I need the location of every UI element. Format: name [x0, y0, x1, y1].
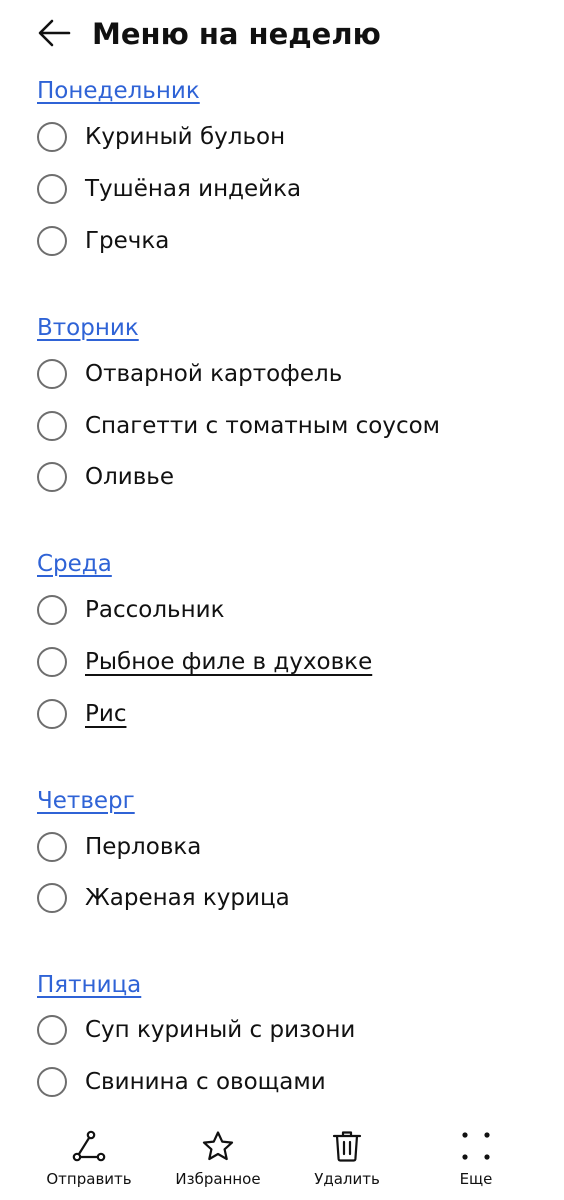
list-item[interactable]: Отварной картофель: [37, 354, 537, 394]
bottom-toolbar: Отправить Избранное Удалить Еще: [0, 1118, 564, 1200]
item-label: Перловка: [85, 834, 202, 860]
arrow-left-icon: [38, 19, 71, 47]
list-item[interactable]: Тушёная индейка: [37, 169, 537, 209]
radio-button[interactable]: [37, 1015, 67, 1045]
radio-button[interactable]: [37, 832, 67, 862]
item-label: Рис: [85, 701, 127, 727]
share-icon: [71, 1128, 107, 1164]
top-app-bar: Меню на неделю: [0, 0, 564, 70]
radio-button[interactable]: [37, 359, 67, 389]
radio-button[interactable]: [37, 699, 67, 729]
radio-button[interactable]: [37, 462, 67, 492]
back-button[interactable]: [34, 15, 74, 51]
page-title: Меню на неделю: [92, 17, 381, 51]
radio-button[interactable]: [37, 411, 67, 441]
item-label: Суп куриный с ризони: [85, 1017, 356, 1043]
favorite-button[interactable]: Избранное: [158, 1128, 278, 1194]
item-label: Куриный бульон: [85, 124, 286, 150]
list-item[interactable]: Оливье: [37, 457, 537, 497]
list-item[interactable]: Гречка: [37, 221, 537, 261]
more-label: Еще: [459, 1170, 493, 1188]
radio-button[interactable]: [37, 647, 67, 677]
day-heading-tuesday[interactable]: Вторник: [37, 313, 139, 343]
list-item[interactable]: Перловка: [37, 827, 537, 867]
radio-button[interactable]: [37, 226, 67, 256]
trash-icon: [329, 1128, 365, 1164]
list-item[interactable]: Рассольник: [37, 590, 537, 630]
item-label: Гречка: [85, 228, 170, 254]
send-button[interactable]: Отправить: [29, 1128, 149, 1194]
list-item[interactable]: Спагетти с томатным соусом: [37, 406, 537, 446]
item-label: Спагетти с томатным соусом: [85, 413, 441, 439]
favorite-label: Избранное: [175, 1170, 261, 1188]
radio-button[interactable]: [37, 595, 67, 625]
item-label: Тушёная индейка: [85, 176, 302, 202]
item-label: Рыбное филе в духовке: [85, 649, 373, 675]
list-item[interactable]: Рыбное филе в духовке: [37, 642, 537, 682]
send-label: Отправить: [46, 1170, 132, 1188]
item-label: Рассольник: [85, 597, 225, 623]
more-button[interactable]: Еще: [416, 1128, 536, 1194]
item-label: Свинина с овощами: [85, 1069, 326, 1095]
list-item[interactable]: Свинина с овощами: [37, 1062, 537, 1102]
list-item[interactable]: Жареная курица: [37, 878, 537, 918]
list-item[interactable]: Куриный бульон: [37, 117, 537, 157]
item-label: Жареная курица: [85, 885, 290, 911]
more-dots-icon: [458, 1128, 494, 1164]
delete-label: Удалить: [314, 1170, 380, 1188]
day-heading-friday[interactable]: Пятница: [37, 970, 141, 1000]
radio-button[interactable]: [37, 122, 67, 152]
radio-button[interactable]: [37, 174, 67, 204]
radio-button[interactable]: [37, 1067, 67, 1097]
day-heading-wednesday[interactable]: Среда: [37, 549, 112, 579]
delete-button[interactable]: Удалить: [287, 1128, 407, 1194]
star-icon: [200, 1128, 236, 1164]
item-label: Отварной картофель: [85, 361, 343, 387]
radio-button[interactable]: [37, 883, 67, 913]
list-item[interactable]: Рис: [37, 694, 537, 734]
list-item[interactable]: Суп куриный с ризони: [37, 1010, 537, 1050]
item-label: Оливье: [85, 464, 175, 490]
day-heading-thursday[interactable]: Четверг: [37, 786, 135, 816]
day-heading-monday[interactable]: Понедельник: [37, 76, 200, 106]
